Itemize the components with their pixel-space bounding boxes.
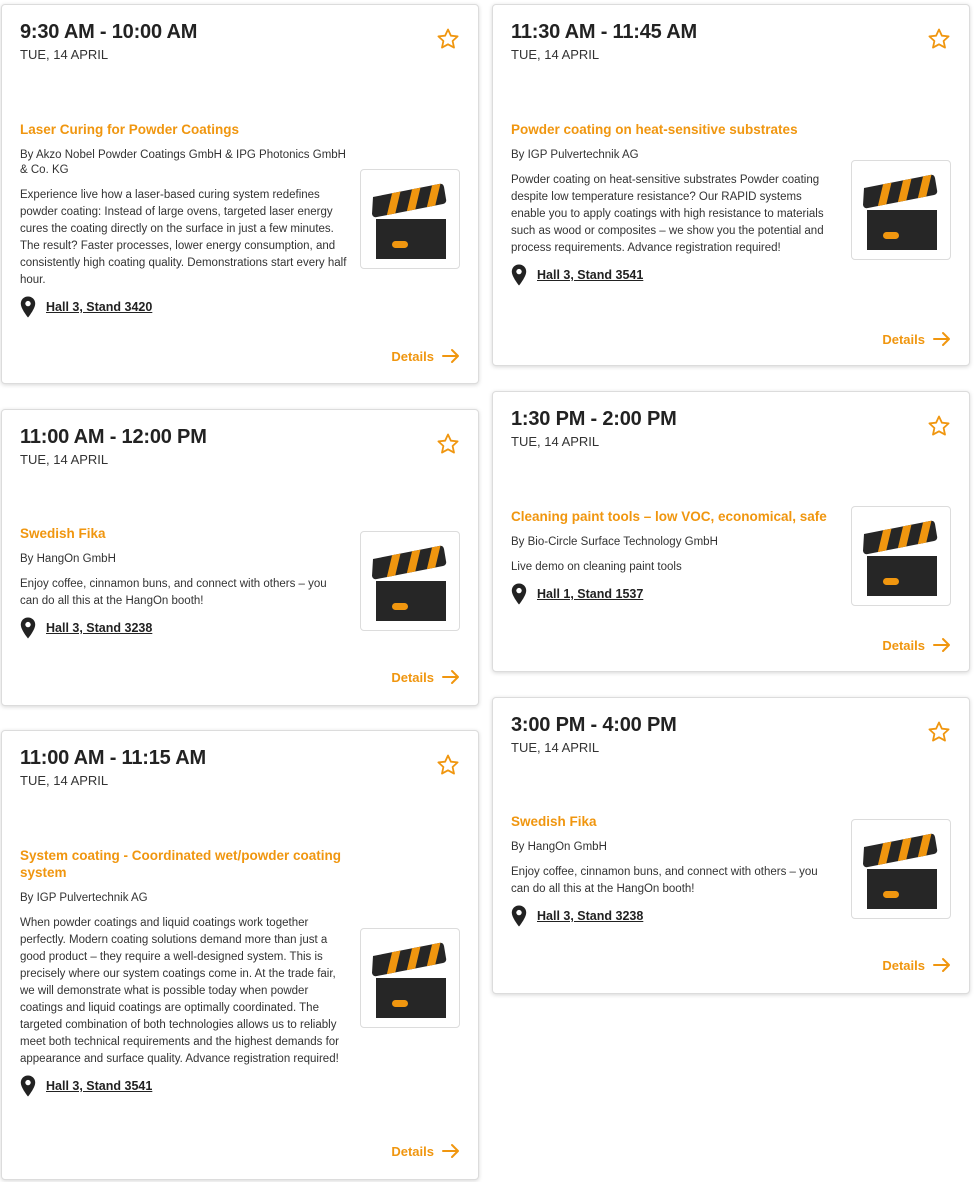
star-outline-icon[interactable] [436,753,460,777]
session-location: Hall 3, Stand 3420 [20,296,348,318]
star-outline-icon[interactable] [436,27,460,51]
session-card: 1:30 PM - 2:00 PM TUE, 14 APRIL Cleaning… [492,391,970,672]
details-link[interactable]: Details [391,348,460,364]
session-organizer: By Akzo Nobel Powder Coatings GmbH & IPG… [20,149,346,176]
session-title[interactable]: Cleaning paint tools – low VOC, economic… [511,508,839,525]
session-time: 11:00 AM - 12:00 PM [20,426,207,448]
session-date: TUE, 14 APRIL [20,452,109,467]
clapperboard-icon [372,545,447,621]
clapperboard-icon [863,520,938,596]
map-pin-icon [511,264,527,286]
session-description: Enjoy coffee, cinnamon buns, and connect… [20,578,327,607]
session-title[interactable]: Swedish Fika [511,813,839,830]
session-card: 11:00 AM - 11:15 AM TUE, 14 APRIL System… [1,730,479,1180]
session-title[interactable]: System coating - Coordinated wet/powder … [20,847,348,881]
location-link[interactable]: Hall 3, Stand 3541 [46,1079,152,1093]
clapperboard-icon [372,942,447,1018]
details-label: Details [882,331,925,347]
clapperboard-icon [863,833,938,909]
session-thumbnail [851,160,951,260]
session-description: Experience live how a laser-based curing… [20,189,347,286]
session-location: Hall 3, Stand 3541 [20,1075,348,1097]
session-title[interactable]: Swedish Fika [20,525,348,542]
session-date: TUE, 14 APRIL [20,47,109,62]
clapperboard-icon [372,183,447,259]
map-pin-icon [511,583,527,605]
session-title[interactable]: Laser Curing for Powder Coatings [20,121,348,138]
details-label: Details [882,637,925,653]
session-description: Powder coating on heat-sensitive substra… [511,174,824,254]
session-description: Enjoy coffee, cinnamon buns, and connect… [511,866,818,895]
details-link[interactable]: Details [882,957,951,973]
star-outline-icon[interactable] [927,720,951,744]
arrow-right-icon [933,958,950,972]
session-card: 11:30 AM - 11:45 AM TUE, 14 APRIL Powder… [492,4,970,366]
map-pin-icon [20,296,36,318]
session-time: 11:30 AM - 11:45 AM [511,21,697,43]
details-label: Details [391,1143,434,1159]
location-link[interactable]: Hall 3, Stand 3238 [46,621,152,635]
location-link[interactable]: Hall 1, Stand 1537 [537,587,643,601]
location-link[interactable]: Hall 3, Stand 3238 [537,909,643,923]
session-location: Hall 1, Stand 1537 [511,583,839,605]
details-label: Details [882,957,925,973]
session-organizer: By HangOn GmbH [20,553,116,565]
location-link[interactable]: Hall 3, Stand 3420 [46,300,152,314]
arrow-right-icon [442,670,459,684]
session-time: 1:30 PM - 2:00 PM [511,408,677,430]
session-card: 3:00 PM - 4:00 PM TUE, 14 APRIL Swedish … [492,697,970,994]
session-thumbnail [851,819,951,919]
session-organizer: By Bio-Circle Surface Technology GmbH [511,536,718,548]
session-organizer: By IGP Pulvertechnik AG [511,149,639,161]
session-thumbnail [360,928,460,1028]
session-date: TUE, 14 APRIL [20,773,109,788]
session-description: Live demo on cleaning paint tools [511,561,682,573]
session-location: Hall 3, Stand 3238 [511,905,839,927]
session-card: 9:30 AM - 10:00 AM TUE, 14 APRIL Laser C… [1,4,479,384]
arrow-right-icon [933,638,950,652]
arrow-right-icon [442,1144,459,1158]
session-thumbnail [360,169,460,269]
session-location: Hall 3, Stand 3238 [20,617,348,639]
details-link[interactable]: Details [391,1143,460,1159]
session-organizer: By IGP Pulvertechnik AG [20,892,148,904]
session-description: When powder coatings and liquid coatings… [20,917,339,1065]
star-outline-icon[interactable] [927,27,951,51]
session-card: 11:00 AM - 12:00 PM TUE, 14 APRIL Swedis… [1,409,479,706]
clapperboard-icon [863,174,938,250]
star-outline-icon[interactable] [436,432,460,456]
session-date: TUE, 14 APRIL [511,47,600,62]
map-pin-icon [511,905,527,927]
details-link[interactable]: Details [882,637,951,653]
session-date: TUE, 14 APRIL [511,434,600,449]
details-link[interactable]: Details [882,331,951,347]
session-title[interactable]: Powder coating on heat-sensitive substra… [511,121,839,138]
arrow-right-icon [442,349,459,363]
session-date: TUE, 14 APRIL [511,740,600,755]
map-pin-icon [20,617,36,639]
session-thumbnail [360,531,460,631]
details-label: Details [391,348,434,364]
details-label: Details [391,669,434,685]
session-organizer: By HangOn GmbH [511,841,607,853]
session-thumbnail [851,506,951,606]
details-link[interactable]: Details [391,669,460,685]
session-location: Hall 3, Stand 3541 [511,264,839,286]
map-pin-icon [20,1075,36,1097]
star-outline-icon[interactable] [927,414,951,438]
location-link[interactable]: Hall 3, Stand 3541 [537,268,643,282]
session-time: 9:30 AM - 10:00 AM [20,21,198,43]
session-time: 11:00 AM - 11:15 AM [20,747,206,769]
session-time: 3:00 PM - 4:00 PM [511,714,677,736]
arrow-right-icon [933,332,950,346]
